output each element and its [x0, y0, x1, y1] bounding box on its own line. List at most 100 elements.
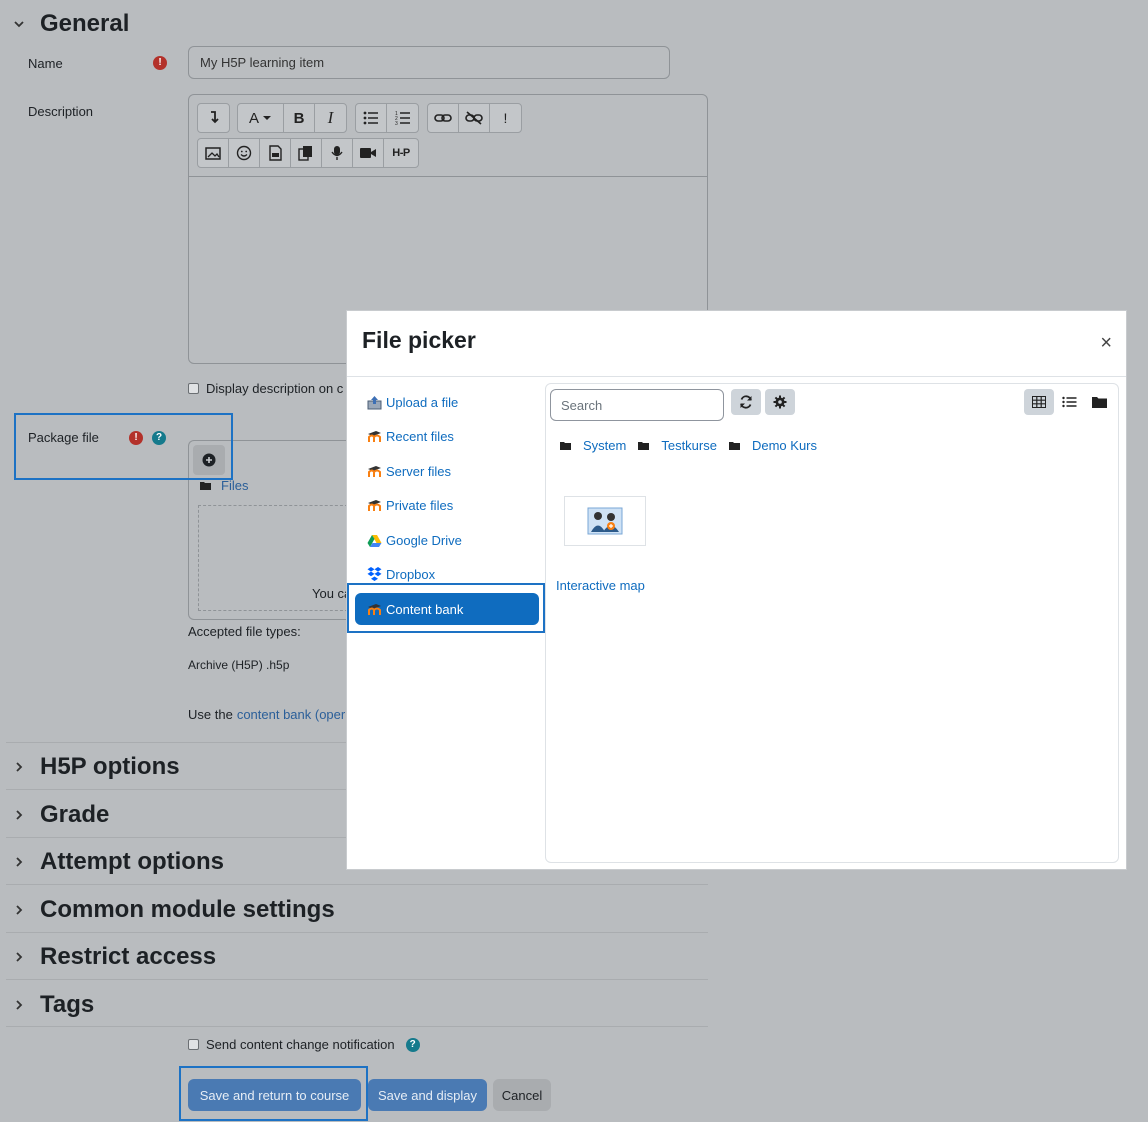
font-color-glyph: A	[248, 109, 259, 127]
toolbar-group-links: !	[427, 103, 522, 133]
content-bank-link[interactable]: content bank (oper	[237, 707, 345, 722]
repo-label: Server files	[386, 463, 452, 479]
name-field[interactable]: My H5P learning item	[188, 46, 670, 79]
italic-glyph: I	[327, 108, 334, 127]
font-color-icon[interactable]: A	[238, 104, 284, 132]
use-the-text: Use the	[188, 707, 233, 722]
chevron-right-icon	[12, 998, 26, 1012]
content-bank-hint: Use the content bank (oper	[188, 707, 345, 722]
folder-icon	[638, 442, 650, 450]
breadcrumb-item[interactable]: System	[583, 438, 626, 453]
repo-google-drive[interactable]: Google Drive	[355, 524, 539, 556]
required-icon: !	[153, 56, 167, 70]
breadcrumb-item[interactable]: Demo Kurs	[752, 438, 817, 453]
close-icon[interactable]: ×	[1100, 333, 1112, 353]
name-label: Name	[28, 56, 63, 71]
section-tags[interactable]: Tags	[12, 991, 94, 1019]
file-thumbnail[interactable]	[564, 496, 646, 546]
chevron-right-icon	[12, 855, 26, 869]
google-drive-icon	[367, 533, 382, 548]
repo-private-files[interactable]: Private files	[355, 489, 539, 521]
toolbar-group-media: H-P	[197, 138, 419, 168]
section-title: Common module settings	[40, 896, 335, 923]
cancel-button[interactable]: Cancel	[493, 1079, 551, 1111]
file-picker-modal: File picker × Upload a file Recent files…	[346, 310, 1127, 870]
notify-row: Send content change notification ?	[188, 1037, 420, 1052]
section-restrict-access[interactable]: Restrict access	[12, 943, 216, 971]
repo-server-files[interactable]: Server files	[355, 455, 539, 487]
chevron-right-icon	[12, 808, 26, 822]
help-icon[interactable]: ?	[405, 1037, 420, 1052]
emoji-icon[interactable]	[229, 139, 260, 167]
notify-label: Send content change notification	[206, 1037, 395, 1052]
repo-label: Recent files	[386, 428, 454, 444]
chevron-right-icon	[12, 950, 26, 964]
image-icon[interactable]	[198, 139, 229, 167]
description-label: Description	[28, 104, 94, 119]
accepted-types-label: Accepted file types:	[188, 624, 301, 639]
repo-label: Private files	[386, 497, 454, 513]
section-general-header[interactable]: General	[12, 10, 129, 38]
modal-divider	[347, 376, 1126, 377]
h5p-icon[interactable]: H-P	[384, 139, 418, 167]
section-common-module-settings[interactable]: Common module settings	[12, 896, 335, 924]
microphone-icon[interactable]	[322, 139, 353, 167]
link-icon[interactable]	[428, 104, 459, 132]
search-input[interactable]: Search	[550, 389, 724, 421]
divider	[6, 932, 708, 933]
unlink-icon[interactable]	[459, 104, 490, 132]
moodle-icon	[367, 464, 382, 479]
bold-icon[interactable]: B	[284, 104, 315, 132]
breadcrumb-item[interactable]: Testkurse	[661, 438, 717, 453]
accepted-type: Archive (H5P) .h5p	[188, 658, 290, 672]
italic-icon[interactable]: I	[315, 104, 346, 132]
files-folder[interactable]: Files	[200, 478, 248, 493]
repo-label: Dropbox	[386, 566, 436, 582]
files-label: Files	[221, 478, 249, 493]
ordered-list-icon[interactable]: 123	[387, 104, 418, 132]
section-h5p-options[interactable]: H5P options	[12, 753, 180, 781]
modal-title: File picker	[362, 327, 476, 353]
divider	[6, 1026, 708, 1027]
moodle-icon	[367, 429, 382, 444]
grid-icon	[1032, 396, 1046, 408]
breadcrumb: System Testkurse Demo Kurs	[560, 438, 817, 453]
refresh-icon	[740, 395, 752, 409]
unordered-list-icon[interactable]	[356, 104, 387, 132]
save-and-display-button[interactable]: Save and display	[368, 1079, 487, 1111]
repo-label: Upload a file	[386, 394, 459, 410]
view-tree-button[interactable]	[1084, 389, 1114, 415]
video-icon[interactable]	[353, 139, 384, 167]
section-attempt-options[interactable]: Attempt options	[12, 848, 224, 876]
emoji-alert-icon[interactable]: !	[490, 104, 521, 132]
editor-toolbar: A B I 123 ! H-P	[189, 95, 707, 177]
gear-icon	[773, 395, 787, 409]
copy-icon[interactable]	[291, 139, 322, 167]
display-description-label: Display description on c	[206, 381, 344, 396]
chevron-right-icon	[12, 760, 26, 774]
collapse-icon[interactable]	[198, 104, 229, 132]
section-title: Grade	[40, 801, 110, 828]
package-file-highlight	[14, 413, 233, 480]
divider	[6, 979, 708, 980]
notify-checkbox[interactable]	[188, 1039, 199, 1050]
content-bank-highlight	[347, 583, 545, 633]
refresh-button[interactable]	[731, 389, 761, 415]
dropbox-icon	[367, 567, 382, 582]
repo-recent-files[interactable]: Recent files	[355, 420, 539, 452]
repo-label: Google Drive	[386, 532, 462, 548]
toolbar-group-format: A B I	[237, 103, 347, 133]
folder-icon	[728, 442, 740, 450]
repo-upload-file[interactable]: Upload a file	[355, 386, 539, 418]
file-label[interactable]: Interactive map	[556, 578, 645, 593]
h5p-glyph: H-P	[392, 147, 410, 159]
section-title: H5P options	[40, 753, 180, 780]
section-title: Restrict access	[40, 943, 217, 970]
bold-glyph: B	[293, 109, 305, 127]
section-grade[interactable]: Grade	[12, 801, 109, 829]
display-description-checkbox[interactable]	[188, 383, 199, 394]
settings-button[interactable]	[765, 389, 795, 415]
view-list-button[interactable]	[1054, 389, 1084, 415]
media-icon[interactable]	[260, 139, 291, 167]
view-icons-button[interactable]	[1024, 389, 1054, 415]
